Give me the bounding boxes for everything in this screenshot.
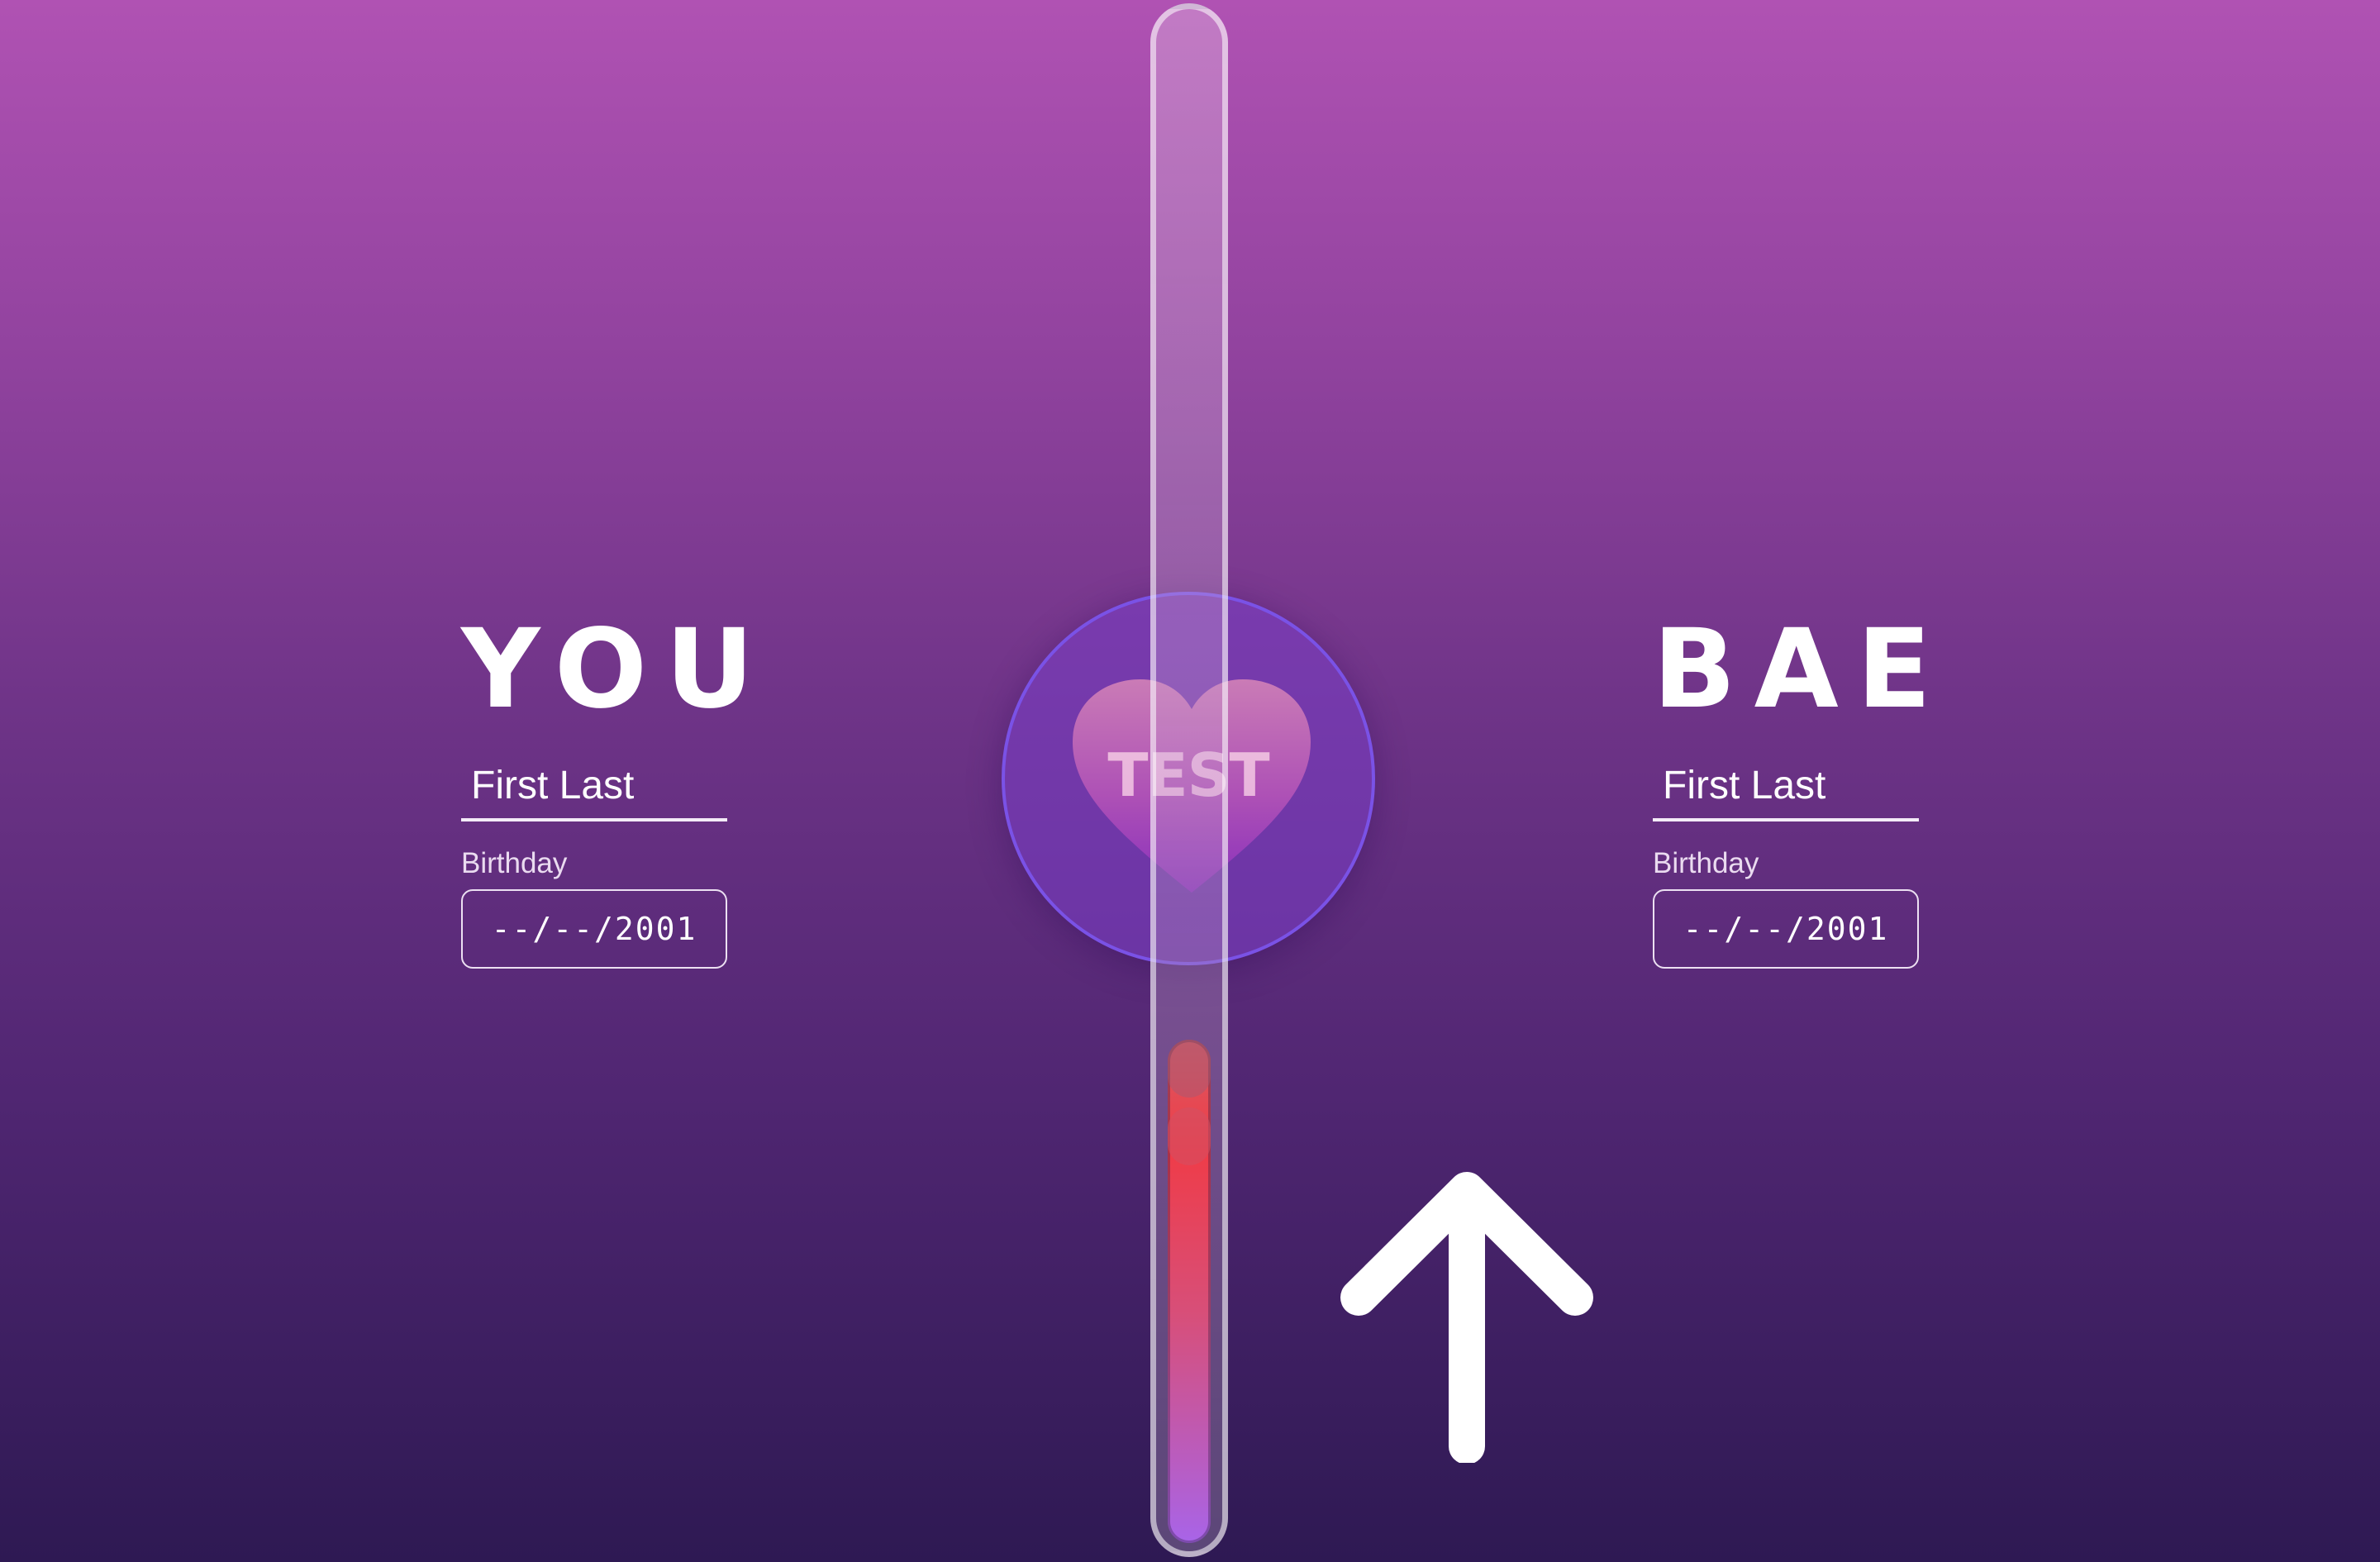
you-birthday-input[interactable] [461, 889, 727, 969]
bae-name-input[interactable] [1653, 759, 1919, 821]
bae-birthday-input[interactable] [1653, 889, 1919, 969]
you-birthday-label: Birthday [461, 847, 568, 879]
bae-panel: BAE Birthday [1653, 606, 1949, 969]
love-meter-fill [1168, 1040, 1211, 1543]
love-meter [1150, 3, 1228, 1557]
you-panel: YOU Birthday [461, 606, 773, 969]
bae-birthday-label: Birthday [1653, 847, 1759, 879]
arrow-up-icon[interactable] [1339, 1165, 1595, 1463]
you-name-input[interactable] [461, 759, 727, 821]
bae-heading: BAE [1653, 606, 1949, 733]
you-heading: YOU [461, 606, 773, 733]
